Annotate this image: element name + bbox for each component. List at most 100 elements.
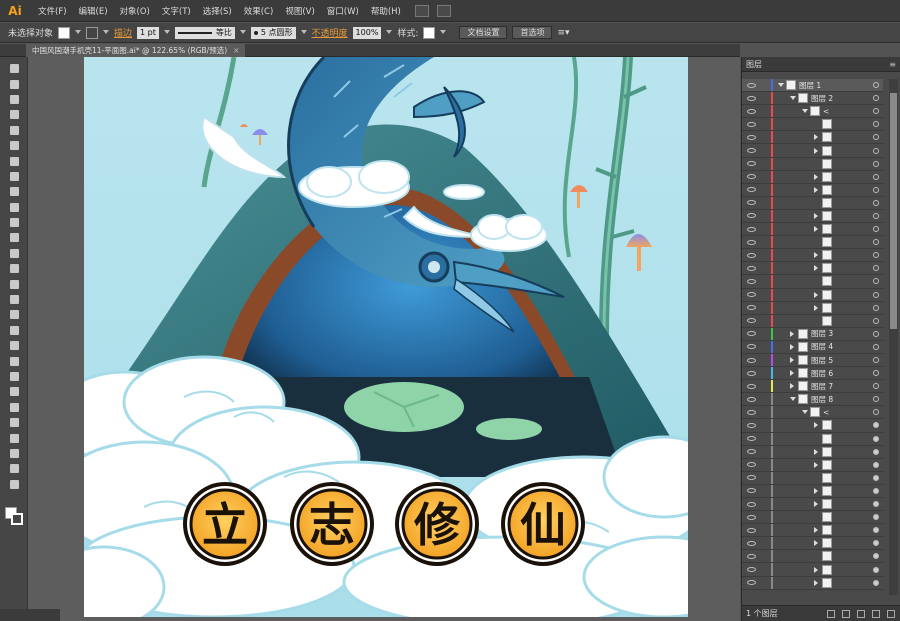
expand-triangle-icon[interactable] (814, 540, 818, 547)
visibility-eye-icon[interactable] (747, 213, 756, 219)
chevron-down-icon[interactable] (239, 30, 246, 35)
opacity-label[interactable]: 不透明度 (312, 26, 348, 39)
layer-row[interactable]: 图层 4 (742, 340, 883, 354)
expand-triangle-icon[interactable] (814, 461, 818, 468)
visibility-eye-icon[interactable] (747, 357, 756, 363)
target-circle-icon[interactable] (873, 226, 879, 233)
layer-row[interactable]: < (742, 406, 883, 420)
menu-window[interactable]: 窗口(W) (321, 5, 365, 17)
brush-definition[interactable]: 5 点圆形 (250, 26, 296, 39)
menu-file[interactable]: 文件(F) (32, 5, 73, 17)
arrange-documents-button[interactable] (436, 4, 451, 17)
layer-row[interactable] (742, 498, 883, 512)
target-circle-icon[interactable] (873, 212, 879, 219)
mesh-tool[interactable] (0, 338, 28, 353)
chevron-down-icon[interactable] (163, 30, 170, 35)
layer-row[interactable] (742, 275, 883, 289)
layer-row[interactable] (742, 458, 883, 472)
target-circle-icon[interactable] (873, 422, 879, 429)
layer-row[interactable] (742, 209, 883, 224)
chevron-down-icon[interactable] (75, 30, 82, 35)
expand-triangle-icon[interactable] (814, 501, 818, 508)
layer-row[interactable]: < (742, 105, 883, 119)
visibility-eye-icon[interactable] (747, 187, 756, 193)
visibility-eye-icon[interactable] (747, 449, 756, 455)
target-circle-icon[interactable] (873, 186, 879, 193)
visibility-eye-icon[interactable] (747, 383, 756, 389)
expand-triangle-icon[interactable] (814, 173, 818, 180)
expand-triangle-icon[interactable] (814, 527, 818, 534)
layer-row[interactable] (742, 550, 883, 564)
visibility-eye-icon[interactable] (747, 462, 756, 468)
layer-row[interactable] (742, 249, 883, 263)
target-circle-icon[interactable] (873, 370, 879, 377)
layer-row[interactable] (742, 511, 883, 525)
target-circle-icon[interactable] (873, 514, 879, 521)
menu-type[interactable]: 文字(T) (156, 5, 197, 17)
expand-triangle-open-icon[interactable] (790, 96, 796, 101)
visibility-eye-icon[interactable] (747, 82, 756, 88)
visibility-eye-icon[interactable] (747, 331, 756, 337)
layer-row[interactable] (742, 419, 883, 433)
visibility-eye-icon[interactable] (747, 422, 756, 428)
target-circle-icon[interactable] (873, 160, 879, 167)
visibility-eye-icon[interactable] (747, 200, 756, 206)
layer-row[interactable] (742, 301, 883, 315)
layers-scrollbar[interactable] (889, 79, 898, 595)
visibility-eye-icon[interactable] (747, 108, 756, 114)
target-circle-icon[interactable] (873, 304, 879, 311)
scale-tool[interactable] (0, 261, 28, 276)
target-circle-icon[interactable] (873, 278, 879, 285)
rotate-tool[interactable] (0, 246, 28, 261)
fill-swatch[interactable] (58, 26, 71, 39)
expand-triangle-icon[interactable] (814, 226, 818, 233)
visibility-eye-icon[interactable] (747, 134, 756, 140)
target-circle-icon[interactable] (873, 579, 879, 586)
expand-triangle-icon[interactable] (814, 134, 818, 141)
expand-triangle-icon[interactable] (790, 330, 794, 337)
visibility-eye-icon[interactable] (747, 436, 756, 442)
visibility-eye-icon[interactable] (747, 239, 756, 245)
visibility-eye-icon[interactable] (747, 292, 756, 298)
graphic-style-swatch[interactable] (423, 26, 436, 39)
visibility-eye-icon[interactable] (747, 278, 756, 284)
chevron-down-icon[interactable] (440, 30, 447, 35)
expand-triangle-icon[interactable] (814, 579, 818, 586)
target-circle-icon[interactable] (873, 501, 879, 508)
selection-tool[interactable] (0, 61, 28, 76)
visibility-eye-icon[interactable] (747, 567, 756, 573)
target-circle-icon[interactable] (873, 527, 879, 534)
eraser-tool[interactable] (0, 230, 28, 245)
target-circle-icon[interactable] (873, 357, 879, 364)
perspective-grid-tool[interactable] (0, 323, 28, 338)
expand-triangle-icon[interactable] (790, 357, 794, 364)
expand-triangle-icon[interactable] (814, 422, 818, 429)
target-circle-icon[interactable] (873, 343, 879, 350)
visibility-eye-icon[interactable] (747, 148, 756, 154)
visibility-eye-icon[interactable] (747, 174, 756, 180)
visibility-eye-icon[interactable] (747, 318, 756, 324)
expand-triangle-icon[interactable] (790, 383, 794, 390)
variable-width-profile[interactable]: 等比 (174, 26, 235, 39)
visibility-eye-icon[interactable] (747, 409, 756, 415)
column-graph-tool[interactable] (0, 415, 28, 430)
target-circle-icon[interactable] (873, 95, 879, 102)
document-setup-button[interactable]: 文档设置 (459, 26, 508, 39)
bridge-button[interactable] (414, 4, 429, 17)
layer-row[interactable]: 图层 6 (742, 367, 883, 381)
symbol-sprayer-tool[interactable] (0, 400, 28, 415)
opacity-field[interactable]: 100% (352, 26, 382, 39)
visibility-eye-icon[interactable] (747, 95, 756, 101)
visibility-eye-icon[interactable] (747, 226, 756, 232)
target-circle-icon[interactable] (873, 474, 879, 481)
layer-row[interactable]: 图层 2 (742, 92, 883, 106)
eyedropper-tool[interactable] (0, 369, 28, 384)
expand-triangle-icon[interactable] (814, 147, 818, 154)
visibility-eye-icon[interactable] (747, 475, 756, 481)
menu-help[interactable]: 帮助(H) (365, 5, 407, 17)
visibility-eye-icon[interactable] (747, 540, 756, 546)
layer-row[interactable] (742, 563, 883, 577)
layer-row[interactable]: 图层 1 (742, 79, 883, 93)
document-tab[interactable]: 中国风国潮手机壳11-平面图.ai* @ 122.65% (RGB/预选) × (26, 44, 246, 57)
target-circle-icon[interactable] (873, 199, 879, 206)
